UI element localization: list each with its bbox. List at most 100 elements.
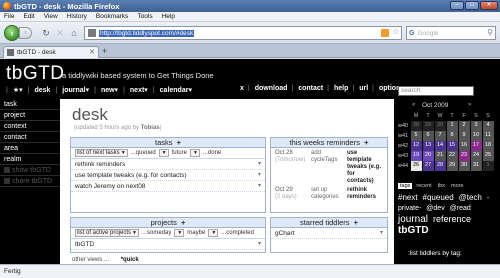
menu-file[interactable]: File: [4, 13, 14, 20]
calendar-day[interactable]: 21: [434, 151, 446, 161]
minimize-icon[interactable]: –: [450, 1, 464, 10]
tab-tbgtd-desk[interactable]: tbGTD - desk ✕: [3, 46, 99, 58]
menu-next[interactable]: next▾: [130, 86, 148, 94]
someday-filter[interactable]: ...someday: [142, 230, 171, 236]
reminder-action[interactable]: set up categories: [311, 187, 345, 201]
calendar-day[interactable]: 27: [422, 161, 434, 171]
calendar-day[interactable]: 6: [422, 131, 434, 141]
menu-starred[interactable]: ★▾: [13, 86, 23, 94]
calendar-day[interactable]: 14: [434, 141, 446, 151]
quick-link[interactable]: *quick: [121, 257, 139, 263]
tab-tbx[interactable]: tbx: [436, 183, 447, 189]
active-projects-dropdown[interactable]: list of active projects▼: [75, 229, 139, 237]
menu-desk[interactable]: desk: [34, 87, 50, 94]
add-reminder-button[interactable]: +: [364, 138, 368, 147]
tag-link[interactable]: @read: [450, 205, 471, 212]
calendar-day[interactable]: 30: [434, 121, 446, 131]
calendar-day[interactable]: 23: [458, 151, 470, 161]
reminder-action[interactable]: add cycleTags: [311, 150, 345, 185]
calendar-day[interactable]: 28: [434, 161, 446, 171]
sidebar-item-area[interactable]: area: [0, 143, 60, 154]
calendar-day[interactable]: 1: [446, 121, 458, 131]
future-dropdown[interactable]: ▼: [189, 149, 200, 157]
task-menu-icon[interactable]: ▾: [258, 170, 261, 181]
url-text[interactable]: http://tbgtd.tiddlyspot.com/#desk: [99, 29, 195, 37]
add-task-button[interactable]: +: [177, 138, 181, 147]
next-tasks-dropdown[interactable]: list of next tasks▼: [75, 149, 128, 157]
tag-link[interactable]: @tech: [459, 193, 482, 202]
calendar-day[interactable]: 8: [446, 131, 458, 141]
calendar-day[interactable]: 1: [482, 161, 494, 171]
task-row[interactable]: use template tweaks (e.g. for contacts) ▾: [71, 170, 265, 181]
menu-help[interactable]: Help: [162, 13, 175, 20]
calendar-day[interactable]: 3: [470, 121, 482, 131]
tab-close-icon[interactable]: ✕: [89, 48, 95, 56]
sidebar-item-task[interactable]: task: [0, 99, 60, 110]
menu-url[interactable]: url: [359, 85, 368, 92]
calendar-day[interactable]: 10: [470, 131, 482, 141]
future-filter[interactable]: future: [172, 150, 187, 156]
tag-link[interactable]: tbGTD: [398, 225, 429, 236]
someday-dropdown[interactable]: ▼: [174, 229, 185, 237]
maximize-icon[interactable]: □: [465, 1, 479, 10]
address-bar[interactable]: http://tbgtd.tiddlyspot.com/#desk ☆: [84, 26, 402, 40]
done-filter[interactable]: ...done: [203, 150, 221, 156]
calendar-day[interactable]: 2: [458, 121, 470, 131]
reload-icon[interactable]: ↻: [40, 27, 52, 39]
calendar-day[interactable]: 9: [458, 131, 470, 141]
tiddler-author[interactable]: Tobias: [141, 125, 160, 131]
add-starred-button[interactable]: +: [354, 218, 358, 227]
calendar-day[interactable]: 29: [422, 121, 434, 131]
calendar-prev-icon[interactable]: «: [412, 102, 415, 108]
tag-link[interactable]: @dev: [426, 205, 444, 212]
task-menu-icon[interactable]: ▾: [258, 159, 261, 170]
starred-row[interactable]: gChart ▾: [271, 228, 387, 239]
tab-tags[interactable]: tags: [398, 183, 413, 189]
calendar-day[interactable]: 18: [482, 141, 494, 151]
tag-link[interactable]: journal: [398, 214, 428, 225]
maybe-filter[interactable]: maybe: [187, 230, 205, 236]
starred-title[interactable]: starred tiddlers: [300, 218, 350, 227]
close-window-icon[interactable]: ✕: [480, 1, 498, 10]
menu-history[interactable]: History: [67, 13, 87, 20]
maybe-dropdown[interactable]: ▼: [208, 229, 219, 237]
calendar-day[interactable]: 30: [458, 161, 470, 171]
menu-tools[interactable]: Tools: [137, 13, 152, 20]
menu-edit[interactable]: Edit: [23, 13, 34, 20]
calendar-day[interactable]: 5: [410, 131, 422, 141]
add-project-button[interactable]: +: [181, 218, 185, 227]
calendar-day[interactable]: 16: [458, 141, 470, 151]
task-menu-icon[interactable]: ▾: [258, 181, 261, 192]
calendar-day[interactable]: 4: [482, 121, 494, 131]
calendar-day[interactable]: 31: [470, 161, 482, 171]
calendar-day[interactable]: 11: [482, 131, 494, 141]
project-row[interactable]: tbGTD ▾: [71, 239, 265, 250]
stop-icon[interactable]: ✕: [54, 27, 66, 39]
tag-link[interactable]: #queued: [423, 193, 454, 202]
menu-download[interactable]: download: [255, 85, 288, 92]
tab-recent[interactable]: recent: [414, 183, 433, 189]
menu-calendar[interactable]: calendar▾: [160, 86, 192, 94]
queued-dropdown[interactable]: ▼: [158, 149, 169, 157]
tasks-title[interactable]: tasks: [155, 138, 173, 147]
calendar-day[interactable]: 13: [422, 141, 434, 151]
menu-help[interactable]: help: [334, 85, 348, 92]
reminders-title[interactable]: this weeks reminders: [290, 138, 360, 147]
calendar-day[interactable]: 12: [410, 141, 422, 151]
sidebar-item-contact[interactable]: contact: [0, 132, 60, 143]
sidebar-item-context[interactable]: context: [0, 121, 60, 132]
menu-new[interactable]: new▾: [101, 86, 118, 94]
forward-button[interactable]: ›: [19, 27, 32, 39]
starred-menu-icon[interactable]: ▾: [380, 228, 383, 239]
tag-link[interactable]: #next: [398, 193, 418, 202]
queued-filter[interactable]: ...queued: [131, 150, 156, 156]
calendar-day[interactable]: 17: [470, 141, 482, 151]
calendar-day[interactable]: 19: [410, 151, 422, 161]
sidebar-item-show[interactable]: show tbGTD: [0, 165, 60, 176]
new-tab-icon[interactable]: +: [102, 47, 114, 57]
calendar-day[interactable]: 28: [410, 121, 422, 131]
wiki-search-input[interactable]: search: [398, 86, 474, 96]
tab-more[interactable]: more: [449, 183, 466, 189]
completed-filter[interactable]: ...completed: [221, 230, 254, 236]
menu-view[interactable]: View: [44, 13, 58, 20]
